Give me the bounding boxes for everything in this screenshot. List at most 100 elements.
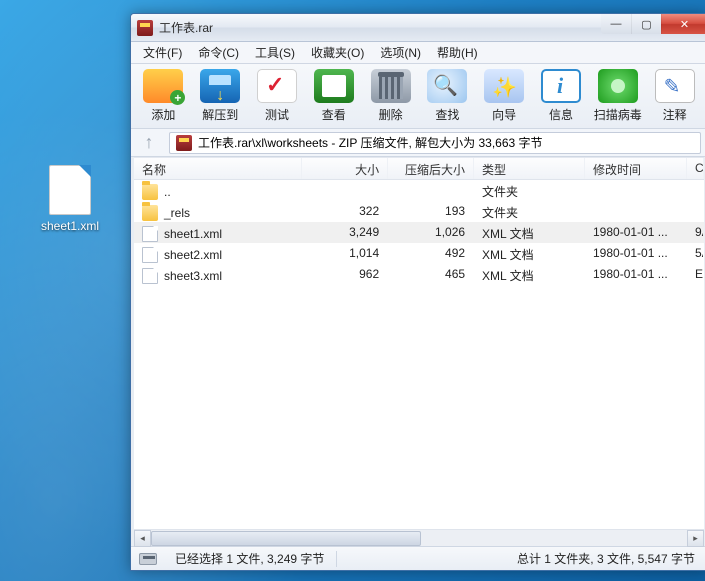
add-icon bbox=[143, 69, 183, 103]
archive-icon bbox=[176, 135, 192, 151]
row-size bbox=[302, 180, 388, 201]
row-crc bbox=[687, 180, 704, 201]
find-icon bbox=[427, 69, 467, 103]
row-mtime: 1980-01-01 ... bbox=[585, 222, 687, 243]
toolbar-info-button[interactable]: 信息 bbox=[533, 67, 590, 126]
column-headers: 名称 大小 压缩后大小 类型 修改时间 CR bbox=[134, 158, 704, 180]
row-packed: 1,026 bbox=[388, 222, 474, 243]
wizard-icon bbox=[484, 69, 524, 103]
winrar-window: 工作表.rar — ▢ ✕ 文件(F)命令(C)工具(S)收藏夹(O)选项(N)… bbox=[130, 13, 705, 571]
toolbar-find-label: 查找 bbox=[435, 106, 459, 123]
titlebar[interactable]: 工作表.rar — ▢ ✕ bbox=[131, 14, 705, 42]
row-crc: E0 bbox=[687, 264, 704, 285]
row-packed: 465 bbox=[388, 264, 474, 285]
toolbar-comment-button[interactable]: 注释 bbox=[646, 67, 703, 126]
file-rows: ..文件夹_rels322193文件夹sheet1.xml3,2491,026X… bbox=[134, 180, 704, 529]
toolbar-add-button[interactable]: 添加 bbox=[135, 67, 192, 126]
row-name: sheet2.xml bbox=[164, 248, 222, 262]
delete-icon bbox=[371, 69, 411, 103]
toolbar-scan-button[interactable]: 扫描病毒 bbox=[589, 67, 646, 126]
menu-item-0[interactable]: 文件(F) bbox=[135, 42, 190, 63]
toolbar-extract-button[interactable]: 解压到 bbox=[192, 67, 249, 126]
file-icon bbox=[142, 226, 158, 242]
row-size: 1,014 bbox=[302, 243, 388, 264]
col-header-mtime[interactable]: 修改时间 bbox=[585, 158, 687, 179]
row-size: 962 bbox=[302, 264, 388, 285]
row-crc: 9A bbox=[687, 222, 704, 243]
col-header-size[interactable]: 大小 bbox=[302, 158, 388, 179]
row-packed: 492 bbox=[388, 243, 474, 264]
maximize-button[interactable]: ▢ bbox=[631, 14, 661, 34]
table-row[interactable]: sheet1.xml3,2491,026XML 文档1980-01-01 ...… bbox=[134, 222, 704, 243]
view-icon bbox=[314, 69, 354, 103]
toolbar-delete-button[interactable]: 删除 bbox=[362, 67, 419, 126]
row-mtime: 1980-01-01 ... bbox=[585, 264, 687, 285]
row-type: 文件夹 bbox=[474, 180, 585, 201]
status-totals: 总计 1 文件夹, 3 文件, 5,547 字节 bbox=[505, 550, 705, 567]
row-size: 3,249 bbox=[302, 222, 388, 243]
table-row[interactable]: .. 文件夹 bbox=[134, 180, 704, 201]
toolbar-scan-label: 扫描病毒 bbox=[594, 106, 642, 123]
toolbar-wizard-button[interactable]: 向导 bbox=[476, 67, 533, 126]
scroll-left-button[interactable]: ◂ bbox=[134, 530, 151, 547]
col-header-name[interactable]: 名称 bbox=[134, 158, 302, 179]
row-name: sheet1.xml bbox=[164, 227, 222, 241]
desktop-file-label: sheet1.xml bbox=[41, 219, 99, 233]
winrar-app-icon bbox=[137, 20, 153, 36]
toolbar-info-label: 信息 bbox=[549, 106, 573, 123]
row-crc: 5A bbox=[687, 243, 704, 264]
row-name: .. bbox=[164, 185, 171, 199]
window-controls: — ▢ ✕ bbox=[601, 14, 705, 34]
row-mtime bbox=[585, 201, 687, 222]
close-button[interactable]: ✕ bbox=[661, 14, 705, 34]
col-header-crc[interactable]: CR bbox=[687, 158, 704, 179]
toolbar-view-label: 查看 bbox=[322, 106, 346, 123]
address-path: 工作表.rar\xl\worksheets - ZIP 压缩文件, 解包大小为 … bbox=[198, 134, 543, 151]
file-icon bbox=[142, 247, 158, 263]
scroll-right-button[interactable]: ▸ bbox=[687, 530, 704, 547]
table-row[interactable]: sheet2.xml1,014492XML 文档1980-01-01 ...5A bbox=[134, 243, 704, 264]
file-icon bbox=[142, 268, 158, 284]
toolbar-wizard-label: 向导 bbox=[492, 106, 516, 123]
status-selection: 已经选择 1 文件, 3,249 字节 bbox=[163, 550, 336, 567]
scroll-thumb[interactable] bbox=[151, 531, 421, 546]
menubar: 文件(F)命令(C)工具(S)收藏夹(O)选项(N)帮助(H) bbox=[131, 42, 705, 64]
table-row[interactable]: sheet3.xml962465XML 文档1980-01-01 ...E0 bbox=[134, 264, 704, 285]
address-bar[interactable]: 工作表.rar\xl\worksheets - ZIP 压缩文件, 解包大小为 … bbox=[169, 132, 701, 154]
menu-item-4[interactable]: 选项(N) bbox=[372, 42, 429, 63]
disk-icon bbox=[139, 553, 157, 565]
toolbar-test-button[interactable]: 测试 bbox=[249, 67, 306, 126]
toolbar-test-label: 测试 bbox=[265, 106, 289, 123]
menu-item-3[interactable]: 收藏夹(O) bbox=[303, 42, 372, 63]
menu-item-1[interactable]: 命令(C) bbox=[190, 42, 247, 63]
toolbar-comment-label: 注释 bbox=[663, 106, 687, 123]
desktop-file-icon[interactable]: sheet1.xml bbox=[35, 165, 105, 233]
scan-icon bbox=[598, 69, 638, 103]
toolbar-delete-label: 删除 bbox=[379, 106, 403, 123]
col-header-packed[interactable]: 压缩后大小 bbox=[388, 158, 474, 179]
up-level-button[interactable]: ↑ bbox=[137, 132, 161, 153]
row-name: sheet3.xml bbox=[164, 269, 222, 283]
comment-icon bbox=[655, 69, 695, 103]
status-separator bbox=[336, 551, 337, 567]
menu-item-5[interactable]: 帮助(H) bbox=[429, 42, 486, 63]
row-name: _rels bbox=[164, 206, 190, 220]
toolbar-add-label: 添加 bbox=[151, 106, 175, 123]
file-icon bbox=[49, 165, 91, 215]
table-row[interactable]: _rels322193文件夹 bbox=[134, 201, 704, 222]
toolbar-find-button[interactable]: 查找 bbox=[419, 67, 476, 126]
menu-item-2[interactable]: 工具(S) bbox=[247, 42, 303, 63]
row-crc bbox=[687, 201, 704, 222]
info-icon bbox=[541, 69, 581, 103]
row-type: 文件夹 bbox=[474, 201, 585, 222]
window-title: 工作表.rar bbox=[159, 19, 213, 36]
row-packed: 193 bbox=[388, 201, 474, 222]
toolbar: 添加解压到测试 查看 删除 查找 向导 信息 扫描病毒 注释 bbox=[131, 64, 705, 129]
row-packed bbox=[388, 180, 474, 201]
row-mtime: 1980-01-01 ... bbox=[585, 243, 687, 264]
col-header-type[interactable]: 类型 bbox=[474, 158, 585, 179]
toolbar-view-button[interactable]: 查看 bbox=[305, 67, 362, 126]
test-icon bbox=[257, 69, 297, 103]
horizontal-scrollbar[interactable]: ◂ ▸ bbox=[134, 529, 704, 546]
minimize-button[interactable]: — bbox=[601, 14, 631, 34]
